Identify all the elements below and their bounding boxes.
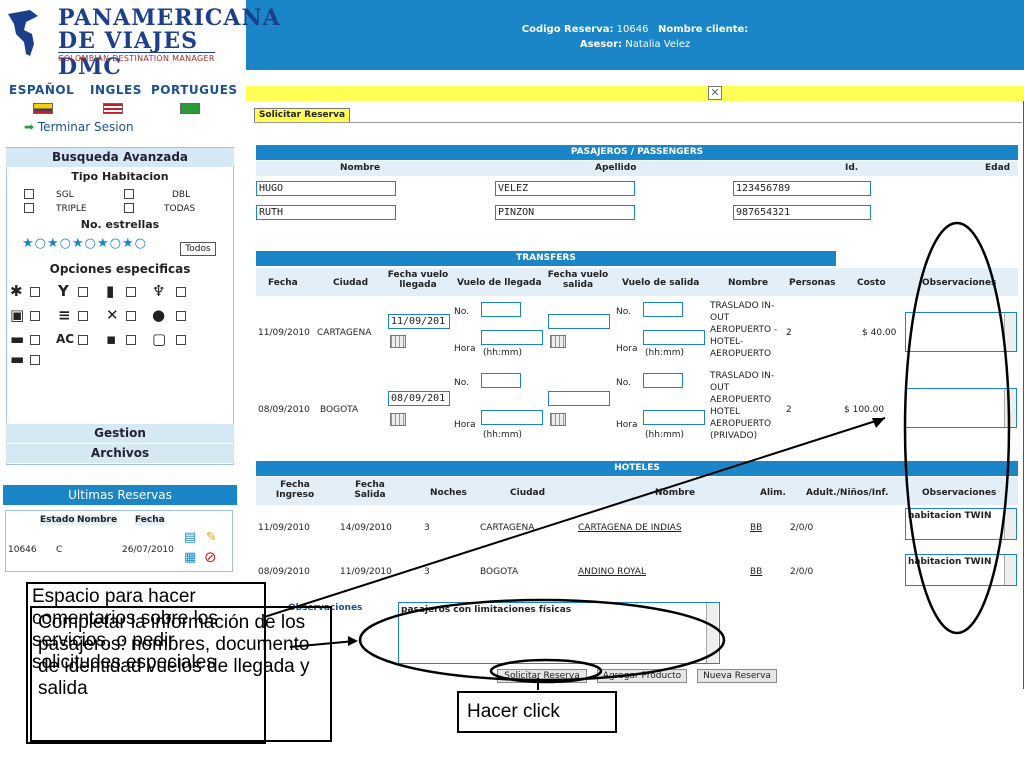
arrow-head-1	[872, 418, 885, 428]
observaciones-highlight-ellipse	[903, 221, 1011, 635]
note-completar: Completar la información de los pasajero…	[30, 606, 332, 742]
arrow-head-2	[348, 636, 358, 646]
note-hacer-click: Hacer click	[457, 691, 617, 733]
arrow-line-1	[229, 417, 886, 629]
solicitar-button-highlight-ellipse	[489, 658, 603, 684]
observaciones-textarea-highlight-ellipse	[358, 598, 726, 682]
